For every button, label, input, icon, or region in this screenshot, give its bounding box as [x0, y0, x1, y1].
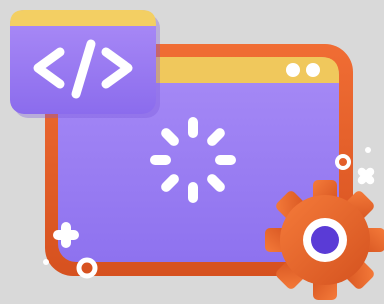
dot-decoration: [365, 147, 371, 153]
spinner-segment: [150, 155, 171, 165]
dot-decoration: [43, 259, 49, 265]
window-dot-2: [306, 63, 320, 77]
code-card-top-bar: [10, 10, 156, 26]
gear-hub-center: [311, 226, 339, 254]
code-card: [10, 10, 160, 118]
spinner-segment: [215, 155, 236, 165]
illustration-canvas: [10, 10, 384, 300]
spinner-segment: [188, 182, 198, 203]
plus-icon: [357, 167, 375, 185]
gear-icon: [265, 180, 384, 300]
window-dot-1: [286, 63, 300, 77]
spinner-segment: [188, 117, 198, 138]
illustration: [0, 0, 384, 304]
